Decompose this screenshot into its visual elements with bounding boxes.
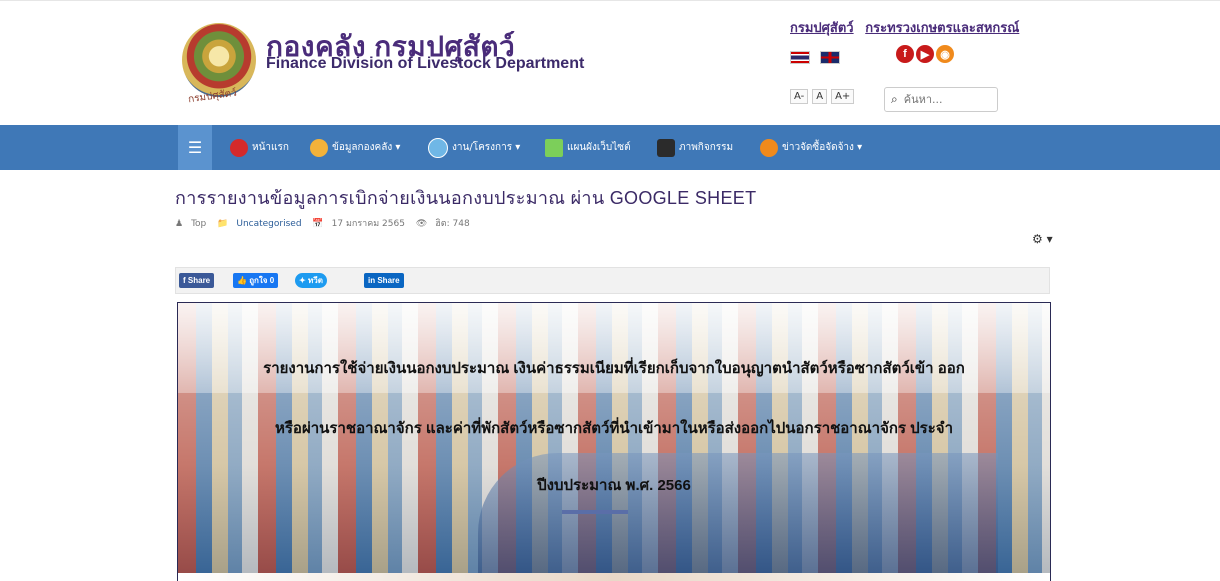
project-icon xyxy=(428,137,448,158)
linkedin-share-label: Share xyxy=(377,276,400,285)
nav-item-label: งาน/โครงการ ▾ xyxy=(452,142,521,153)
facebook-share-button[interactable]: f Share xyxy=(179,273,215,288)
thai-flag-icon[interactable] xyxy=(790,51,810,64)
main-navbar: ☰ หน้าแรก ข้อมูลกองคลัง ▾ งาน/โครงการ ▾ … xyxy=(0,125,1220,170)
share-bar: f Share 👍 ถูกใจ 0 ✦ ทวีต in Share xyxy=(175,267,1050,294)
font-reset-button[interactable]: A xyxy=(812,89,828,104)
tweet-label: ทวีต xyxy=(307,276,323,285)
social-links: f ▶ ◉ xyxy=(896,45,954,63)
article-author: Top xyxy=(191,219,207,229)
nav-item-label: หน้าแรก xyxy=(252,142,289,153)
facebook-icon[interactable]: f xyxy=(896,45,914,63)
procurement-icon xyxy=(760,138,778,157)
font-increase-button[interactable]: A+ xyxy=(831,89,855,104)
nav-item-label: แผนผังเว็บไซต์ xyxy=(567,142,631,153)
nav-item-sitemap[interactable]: แผนผังเว็บไซต์ xyxy=(545,125,631,170)
thumbs-up-icon: 👍 xyxy=(237,276,250,285)
uk-flag-icon[interactable] xyxy=(820,51,840,64)
seal-text: กรมปศุสัตว์ xyxy=(187,87,238,106)
banner-ship-hull xyxy=(478,453,998,573)
banner-text-line-1: รายงานการใช้จ่ายเงินนอกงบประมาณ เงินค่าธ… xyxy=(263,360,965,377)
nav-item-procurement[interactable]: ข่าวจัดซื้อจัดจ้าง ▾ xyxy=(760,125,862,170)
gov-links: กรมปศุสัตว์ กระทรวงเกษตรและสหกรณ์ xyxy=(790,17,1027,38)
search-icon: ⌕ xyxy=(891,92,898,106)
facebook-like-button[interactable]: 👍 ถูกใจ 0 xyxy=(233,273,279,288)
nav-item-label: ภาพกิจกรรม xyxy=(679,142,734,153)
banner-text-line-3: ปีงบประมาณ พ.ศ. 2566 xyxy=(537,477,691,494)
language-switcher xyxy=(790,51,840,64)
twitter-tweet-button[interactable]: ✦ ทวีต xyxy=(295,273,327,288)
banner-text-line-2: หรือผ่านราชอาณาจักร และค่าที่พักสัตว์หรื… xyxy=(274,420,954,437)
folder-icon: 📁 xyxy=(217,219,229,229)
like-label: ถูกใจ 0 xyxy=(249,276,275,285)
article-category[interactable]: Uncategorised xyxy=(236,219,301,229)
linkedin-share-button[interactable]: in Share xyxy=(364,273,404,288)
home-icon xyxy=(230,138,248,157)
nav-item-label: ข่าวจัดซื้อจัดจ้าง ▾ xyxy=(782,142,863,153)
fb-share-label: Share xyxy=(187,276,211,285)
article-hits: ฮิต: 748 xyxy=(435,219,470,229)
nav-item-projects[interactable]: งาน/โครงการ ▾ xyxy=(428,125,520,170)
nav-item-home[interactable]: หน้าแรก xyxy=(230,125,289,170)
department-seal-logo[interactable]: กรมปศุสัตว์ xyxy=(182,23,256,105)
gov-link-moac[interactable]: กระทรวงเกษตรและสหกรณ์ xyxy=(865,20,1019,35)
font-decrease-button[interactable]: A- xyxy=(790,89,809,104)
nav-item-about[interactable]: ข้อมูลกองคลัง ▾ xyxy=(310,125,400,170)
brand-title-english[interactable]: Finance Division of Livestock Department xyxy=(266,55,584,73)
calendar-icon: 📅 xyxy=(312,219,324,229)
site-header: กรมปศุสัตว์ กองคลัง กรมปศุสัตว์ Finance … xyxy=(0,0,1220,118)
article-meta: ♟ Top 📁 Uncategorised 📅 17 มกราคม 2565 👁 ฮิต… xyxy=(175,216,478,230)
article-date: 17 มกราคม 2565 xyxy=(331,219,405,229)
search-box[interactable]: ⌕ xyxy=(884,87,998,112)
sitemap-icon xyxy=(545,138,563,157)
gear-icon[interactable]: ⚙ ▾ xyxy=(1032,232,1053,246)
youtube-icon[interactable]: ▶ xyxy=(916,45,934,63)
gallery-icon xyxy=(657,138,675,157)
next-image-strip xyxy=(177,573,1051,581)
article-title[interactable]: การรายงานข้อมูลการเบิกจ่ายเงินนอกงบประมา… xyxy=(175,183,756,212)
linkedin-icon: in xyxy=(368,276,378,285)
font-size-controls: A- A A+ xyxy=(790,89,855,104)
users-icon xyxy=(310,138,328,157)
search-input[interactable] xyxy=(901,92,986,107)
nav-item-gallery[interactable]: ภาพกิจกรรม xyxy=(657,125,733,170)
gov-link-dld[interactable]: กรมปศุสัตว์ xyxy=(790,20,854,35)
rss-icon[interactable]: ◉ xyxy=(936,45,954,63)
article-banner-image: รายงานการใช้จ่ายเงินนอกงบประมาณ เงินค่าธ… xyxy=(177,302,1051,574)
eye-icon: 👁 xyxy=(415,219,428,229)
nav-item-label: ข้อมูลกองคลัง ▾ xyxy=(332,142,401,153)
banner-underline xyxy=(562,510,628,514)
twitter-bird-icon: ✦ xyxy=(299,276,308,285)
author-icon: ♟ xyxy=(175,219,184,229)
menu-toggle-button[interactable]: ☰ xyxy=(178,125,212,170)
